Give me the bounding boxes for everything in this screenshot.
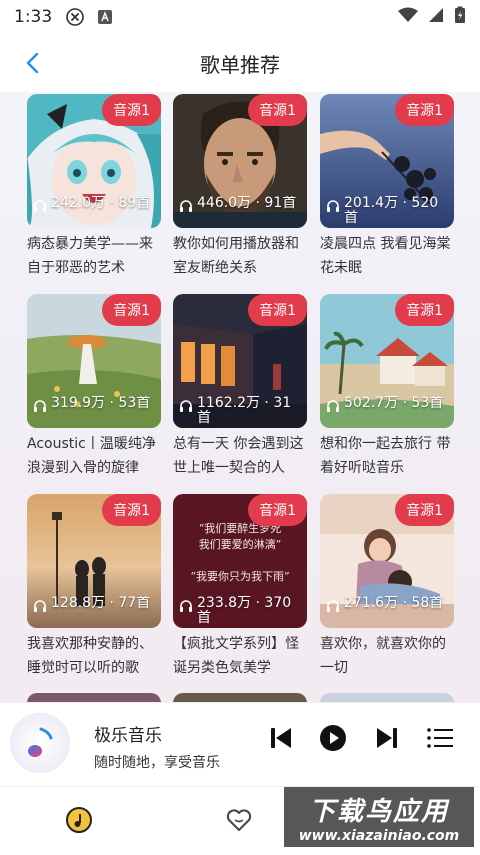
play-stats: 502.7万 · 53首 <box>326 396 450 426</box>
playlist-card[interactable]: 音源1 502.7万 · 53首 想和你一起去旅行 带着好听哒音乐 <box>320 294 454 480</box>
headphones-icon <box>327 600 339 612</box>
watermark-cn: 下载鸟应用 <box>308 797 449 827</box>
watermark: 下载鸟应用 www.xiazainiao.com <box>284 787 474 847</box>
back-button[interactable] <box>18 48 48 78</box>
poster-line-3: “我要你只为我下雨” <box>190 570 289 583</box>
playlist-cover[interactable]: 音源1 1162.2万 · 31首 <box>173 294 307 428</box>
player-app-name: 极乐音乐 <box>94 726 162 746</box>
player-slogan: 随时随地，享受音乐 <box>94 755 220 771</box>
source-badge: 音源1 <box>395 294 454 326</box>
headphones-icon <box>180 200 192 212</box>
playlist-title[interactable]: 【疯批文学系列】怪诞另类色気美学 <box>173 632 307 680</box>
poster-line-2: 我们要爱的淋漓” <box>199 537 282 551</box>
headphones-icon <box>34 600 46 612</box>
play-stats: 271.6万 · 58首 <box>326 596 450 626</box>
source-badge: 音源1 <box>102 494 161 526</box>
menu-list-icon <box>427 728 453 748</box>
playlist-title[interactable]: 我喜欢那种安静的、睡觉时可以听的歌 <box>27 632 161 680</box>
playlist-title[interactable]: 喜欢你，就喜欢你的一切 <box>320 632 454 680</box>
playlist-cover[interactable]: 音源1 242.0万 · 89首 <box>27 94 161 228</box>
headphones-icon <box>327 200 339 212</box>
playlist-cover[interactable]: 音源1 201.4万 · 520首 <box>320 94 454 228</box>
play-stats-text: 128.8万 · 77首 <box>51 596 151 611</box>
playlist-card[interactable]: 音源1 201.4万 · 520首 凌晨四点 我看见海棠花未眠 <box>320 94 454 280</box>
headphones-icon <box>34 400 46 412</box>
bottom-nav: 下载鸟应用 www.xiazainiao.com <box>0 786 480 855</box>
playlist-title[interactable]: 凌晨四点 我看见海棠花未眠 <box>320 232 454 280</box>
headphones-icon <box>34 200 46 212</box>
source-badge: 音源1 <box>102 294 161 326</box>
x-app-icon <box>66 8 84 26</box>
status-time: 1:33 <box>14 7 53 27</box>
playlist-card[interactable]: “我们要醉生梦死 我们要爱的淋漓” “我要你只为我下雨” 音源1 233.8万 … <box>173 494 307 680</box>
playlist-queue-button[interactable] <box>425 723 455 753</box>
playlist-title[interactable]: 教你如何用播放器和室友断绝关系 <box>173 232 307 280</box>
play-icon <box>320 725 346 751</box>
playlist-title[interactable]: Acoustic丨温暖纯净 浪漫到入骨的旋律 <box>27 432 161 480</box>
nav-music[interactable] <box>64 805 94 835</box>
skip-previous-icon <box>271 728 291 748</box>
page-title: 歌单推荐 <box>200 52 280 77</box>
header: 歌单推荐 <box>0 34 480 92</box>
headphones-icon <box>180 600 192 612</box>
playlist-card[interactable]: 音源1 128.8万 · 77首 我喜欢那种安静的、睡觉时可以听的歌 <box>27 494 161 680</box>
playlist-card[interactable]: 音源1 319.9万 · 53首 Acoustic丨温暖纯净 浪漫到入骨的旋律 <box>27 294 161 480</box>
playlist-card[interactable]: 音源1 242.0万 · 89首 病态暴力美学——来自于邪恶的艺术 <box>27 94 161 280</box>
heart-icon <box>226 809 252 831</box>
headphones-icon <box>327 400 339 412</box>
play-stats-text: 1162.2万 · 31首 <box>197 396 292 426</box>
playlist-grid[interactable]: 音源1 242.0万 · 89首 病态暴力美学——来自于邪恶的艺术 音源1 44… <box>0 92 480 702</box>
playlist-card[interactable]: 音源1 446.0万 · 91首 教你如何用播放器和室友断绝关系 <box>173 94 307 280</box>
notification-app-icon <box>96 8 114 26</box>
playlist-cover[interactable]: 音源1 319.9万 · 53首 <box>27 294 161 428</box>
source-badge: 音源1 <box>102 94 161 126</box>
source-badge: 音源1 <box>395 494 454 526</box>
music-note-icon <box>28 727 53 757</box>
chevron-left-icon <box>26 52 39 74</box>
skip-next-icon <box>377 728 397 748</box>
playlist-cover[interactable]: “我们要醉生梦死 我们要爱的淋漓” “我要你只为我下雨” 音源1 233.8万 … <box>173 494 307 628</box>
play-stats: 242.0万 · 89首 <box>33 196 157 226</box>
playlist-cover[interactable]: 音源1 502.7万 · 53首 <box>320 294 454 428</box>
playlist-cover[interactable]: 音源1 128.8万 · 77首 <box>27 494 161 628</box>
play-stats-text: 446.0万 · 91首 <box>197 196 297 211</box>
play-stats: 319.9万 · 53首 <box>33 396 157 426</box>
play-stats-text: 319.9万 · 53首 <box>51 396 151 411</box>
signal-icon <box>428 7 444 28</box>
headphones-icon <box>180 400 192 412</box>
wifi-icon <box>398 7 418 28</box>
play-stats: 201.4万 · 520首 <box>326 196 450 226</box>
playlist-cover[interactable]: 音源1 446.0万 · 91首 <box>173 94 307 228</box>
play-stats-text: 271.6万 · 58首 <box>344 596 444 611</box>
watermark-url: www.xiazainiao.com <box>298 828 460 844</box>
nav-favorites[interactable] <box>224 805 254 835</box>
playlist-card[interactable]: 音源1 271.6万 · 58首 喜欢你，就喜欢你的一切 <box>320 494 454 680</box>
player-info: 极乐音乐 随时随地，享受音乐 <box>94 721 220 772</box>
mini-player[interactable]: 极乐音乐 随时随地，享受音乐 <box>0 702 480 786</box>
play-stats: 233.8万 · 370首 <box>179 596 303 626</box>
play-stats-text: 201.4万 · 520首 <box>344 196 439 226</box>
previous-button[interactable] <box>266 723 296 753</box>
source-badge: 音源1 <box>248 494 307 526</box>
battery-icon <box>454 6 466 29</box>
play-stats-text: 233.8万 · 370首 <box>197 596 292 626</box>
play-stats-text: 242.0万 · 89首 <box>51 196 151 211</box>
playlist-cover[interactable]: 音源1 271.6万 · 58首 <box>320 494 454 628</box>
source-badge: 音源1 <box>248 294 307 326</box>
playlist-title[interactable]: 想和你一起去旅行 带着好听哒音乐 <box>320 432 454 480</box>
playlist-card[interactable]: 音源1 1162.2万 · 31首 总有一天 你会遇到这世上唯一契合的人 <box>173 294 307 480</box>
play-stats: 446.0万 · 91首 <box>179 196 303 226</box>
source-badge: 音源1 <box>248 94 307 126</box>
next-button[interactable] <box>372 723 402 753</box>
play-stats: 1162.2万 · 31首 <box>179 396 303 426</box>
status-bar: 1:33 <box>0 0 480 34</box>
play-stats-text: 502.7万 · 53首 <box>344 396 444 411</box>
source-badge: 音源1 <box>395 94 454 126</box>
playlist-title[interactable]: 总有一天 你会遇到这世上唯一契合的人 <box>173 432 307 480</box>
album-disc[interactable] <box>10 713 70 773</box>
playlist-title[interactable]: 病态暴力美学——来自于邪恶的艺术 <box>27 232 161 280</box>
music-disc-icon <box>66 807 92 833</box>
play-button[interactable] <box>318 723 348 753</box>
play-stats: 128.8万 · 77首 <box>33 596 157 626</box>
